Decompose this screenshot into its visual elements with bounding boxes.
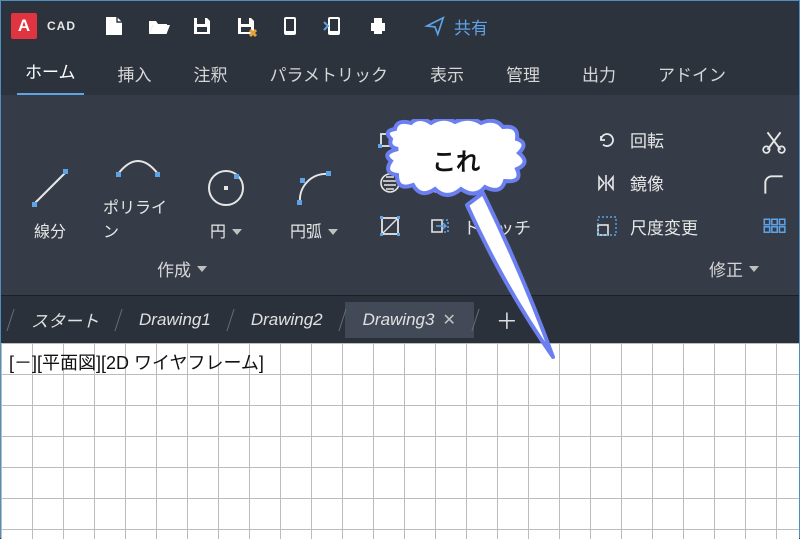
close-tab-icon[interactable]: ✕ <box>442 310 455 330</box>
line-icon <box>28 166 72 210</box>
polyline-icon <box>114 142 162 186</box>
line-label: 線分 <box>34 218 66 242</box>
callout-text: これ <box>432 142 480 177</box>
share-icon <box>424 15 446 37</box>
d3-label: Drawing3 <box>363 310 435 330</box>
print-icon[interactable] <box>364 12 392 40</box>
fillet-icon[interactable] <box>761 172 787 198</box>
tab-annotate[interactable]: 注釈 <box>186 53 236 94</box>
save-web-icon[interactable] <box>320 12 348 40</box>
tab-manage[interactable]: 管理 <box>498 53 548 94</box>
tab-insert[interactable]: 挿入 <box>110 53 160 94</box>
scale-icon <box>594 213 620 239</box>
view-controls-label[interactable]: [－][平面図][2D ワイヤフレーム] <box>9 349 264 375</box>
scale-label: 尺度変更 <box>630 214 698 239</box>
tab-output[interactable]: 出力 <box>574 53 624 94</box>
file-tab-start[interactable]: スタート <box>13 299 117 340</box>
title-bar: A CAD 共有 <box>1 1 799 51</box>
file-tabs: スタート Drawing1 Drawing2 Drawing3 ✕ ＋ <box>1 295 799 343</box>
d1-label: Drawing1 <box>139 310 211 330</box>
file-tab-d3[interactable]: Drawing3 ✕ <box>345 302 474 338</box>
rotate-label: 回転 <box>630 127 664 152</box>
circle-label: 円 <box>210 218 226 242</box>
tab-view[interactable]: 表示 <box>422 53 472 94</box>
array-icon[interactable] <box>761 216 787 242</box>
mirror-label: 鏡像 <box>630 170 664 195</box>
rotate-button[interactable]: 回転 <box>594 124 698 155</box>
d2-label: Drawing2 <box>251 310 323 330</box>
tab-addins[interactable]: アドイン <box>650 53 734 94</box>
callout-tail <box>463 185 583 365</box>
arc-label: 円弧 <box>290 218 322 242</box>
open-file-icon[interactable] <box>144 12 172 40</box>
stretch-icon <box>427 213 453 239</box>
app-name: CAD <box>47 19 76 33</box>
new-file-icon[interactable] <box>100 12 128 40</box>
panel-create-title[interactable]: 作成 <box>1 246 363 295</box>
mirror-button[interactable]: 鏡像 <box>594 167 698 198</box>
annotation-callout: これ <box>383 119 529 209</box>
share-label: 共有 <box>454 14 488 39</box>
file-tab-d2[interactable]: Drawing2 <box>233 302 341 338</box>
polyline-button[interactable]: ポリライン <box>103 142 173 242</box>
open-web-icon[interactable] <box>276 12 304 40</box>
line-button[interactable]: 線分 <box>15 166 85 242</box>
file-tab-d1[interactable]: Drawing1 <box>121 302 229 338</box>
save-as-icon[interactable] <box>232 12 260 40</box>
arc-icon <box>292 166 336 210</box>
share-button[interactable]: 共有 <box>424 14 488 39</box>
circle-button[interactable]: 円 <box>191 166 261 242</box>
region-icon <box>377 213 403 239</box>
save-icon[interactable] <box>188 12 216 40</box>
menu-bar: ホーム 挿入 注釈 パラメトリック 表示 管理 出力 アドイン <box>1 51 799 95</box>
start-label: スタート <box>31 307 99 332</box>
rotate-icon <box>594 127 620 153</box>
chevron-down-icon <box>328 229 338 235</box>
arc-button[interactable]: 円弧 <box>279 166 349 242</box>
trim-icon[interactable] <box>761 128 787 154</box>
tab-home[interactable]: ホーム <box>17 50 84 96</box>
chevron-down-icon <box>197 266 207 272</box>
drawing-canvas[interactable]: [－][平面図][2D ワイヤフレーム] <box>1 343 799 539</box>
tab-parametric[interactable]: パラメトリック <box>262 53 397 94</box>
scale-button[interactable]: 尺度変更 <box>594 211 698 242</box>
panel-create: 線分 ポリライン 円 円弧 作成 <box>1 95 363 295</box>
polyline-label: ポリライン <box>103 194 173 242</box>
chevron-down-icon <box>749 266 759 272</box>
quick-access-toolbar <box>100 12 392 40</box>
circle-icon <box>204 166 248 210</box>
region-button[interactable] <box>377 211 403 242</box>
mirror-icon <box>594 170 620 196</box>
chevron-down-icon <box>232 229 242 235</box>
app-logo: A <box>11 13 37 39</box>
